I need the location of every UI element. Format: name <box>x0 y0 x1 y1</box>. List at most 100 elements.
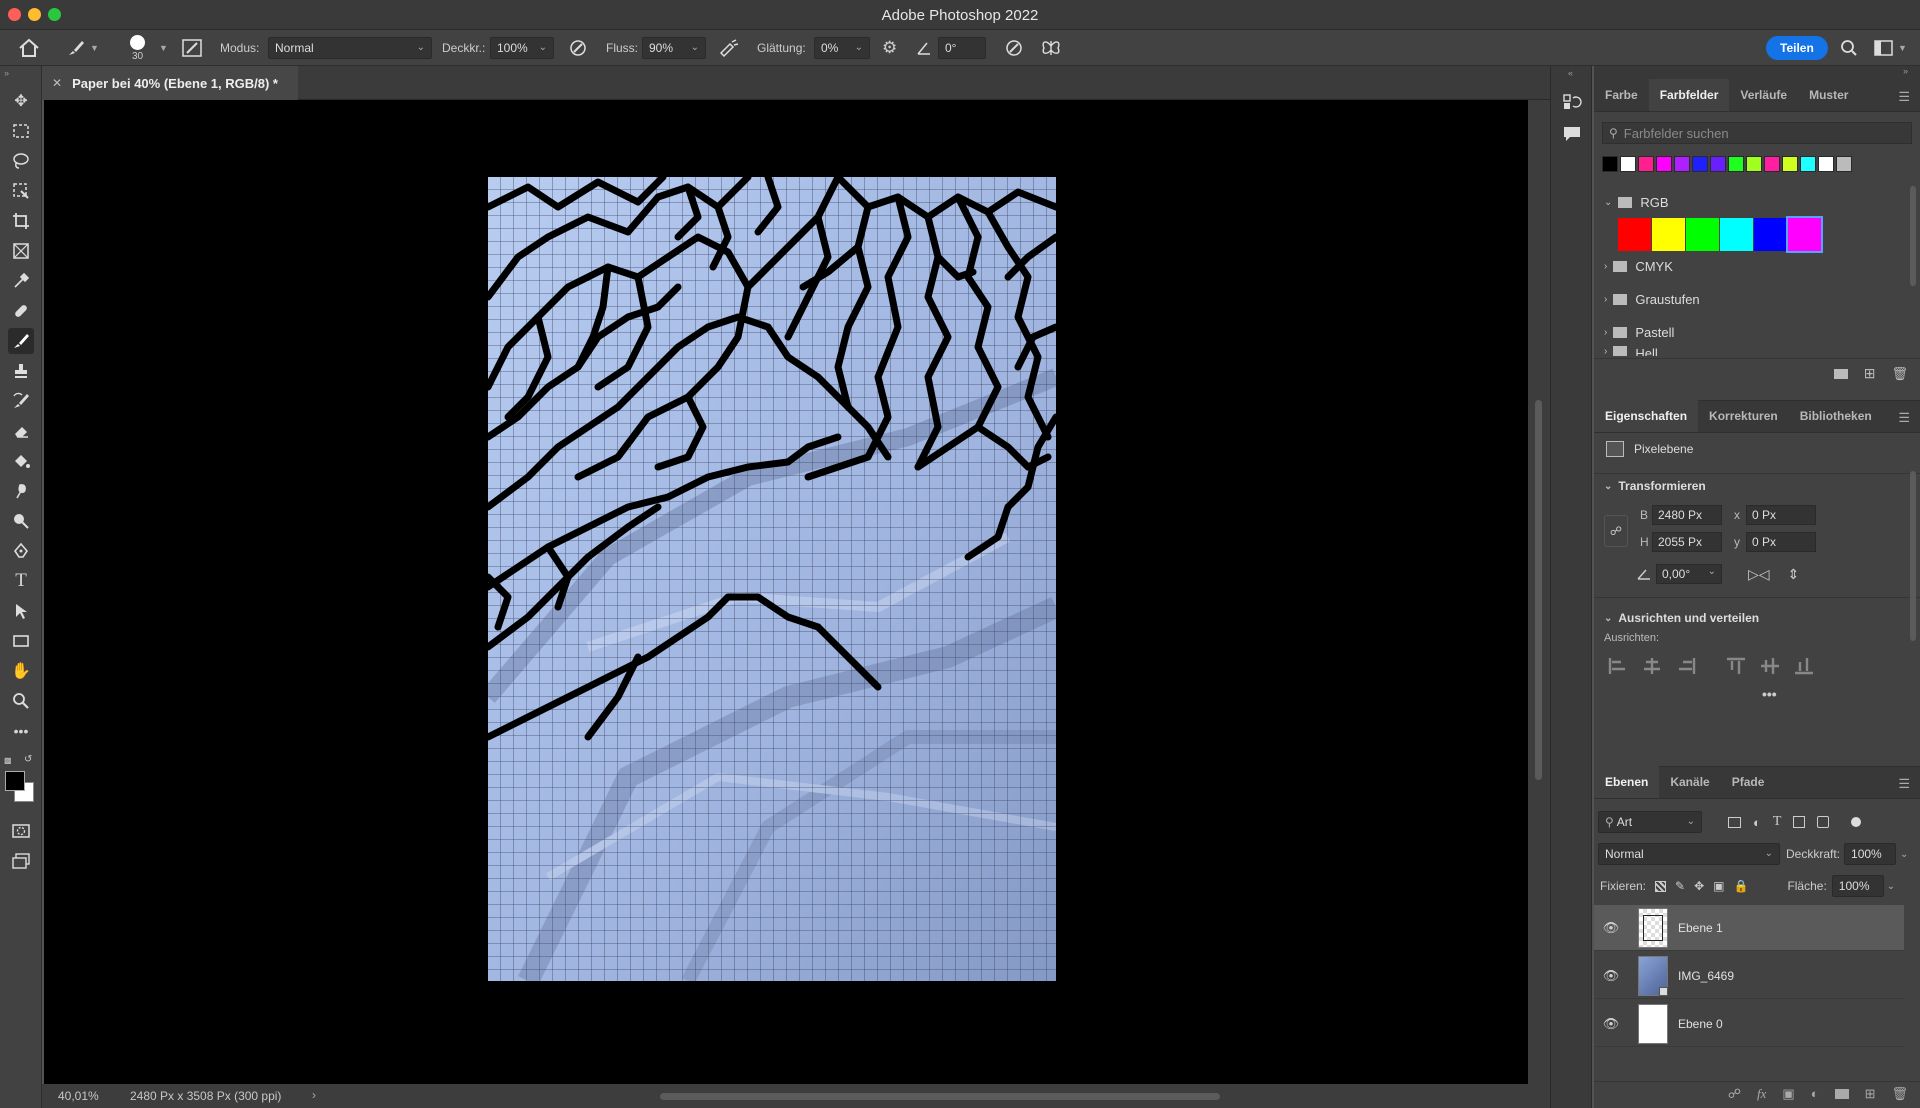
link-dimensions-button[interactable]: ☍ <box>1604 515 1628 547</box>
transform-section-header[interactable]: ⌄ Transformieren <box>1604 479 1706 493</box>
new-layer-icon[interactable]: ⊞ <box>1865 1086 1876 1102</box>
align-center-v-icon[interactable] <box>1760 657 1780 675</box>
properties-scroll-thumb[interactable] <box>1910 471 1916 641</box>
swap-colors-icon[interactable]: ↺ <box>24 754 32 765</box>
filter-adjustment-icon[interactable]: ◐ <box>1753 815 1761 830</box>
angle-input[interactable]: 0° <box>938 37 986 59</box>
share-button[interactable]: Teilen <box>1766 36 1828 60</box>
chevron-right-icon[interactable]: › <box>312 1088 316 1102</box>
filter-toggle-icon[interactable] <box>1851 817 1862 827</box>
airbrush-toggle[interactable] <box>718 30 740 66</box>
smoothing-input[interactable]: 0% ⌄ <box>814 37 870 59</box>
height-input[interactable]: 2055 Px <box>1652 532 1722 552</box>
tab-verlaeufe[interactable]: Verläufe <box>1729 79 1798 111</box>
collapse-toolbar-icon[interactable]: » <box>4 68 9 78</box>
pen-tool[interactable] <box>8 538 34 564</box>
close-tab-icon[interactable]: ✕ <box>52 76 62 90</box>
foreground-color-swatch[interactable] <box>5 771 25 791</box>
swatch-group-cmyk[interactable]: › CMYK <box>1604 254 1673 278</box>
blur-tool[interactable] <box>8 478 34 504</box>
tab-eigenschaften[interactable]: Eigenschaften <box>1594 400 1699 432</box>
layer-style-icon[interactable]: fx <box>1757 1086 1766 1102</box>
quick-mask-button[interactable] <box>8 818 34 844</box>
brush-tool[interactable] <box>8 328 34 354</box>
gradient-tool[interactable] <box>8 448 34 474</box>
move-tool[interactable]: ✥ <box>8 88 34 114</box>
brush-size-picker[interactable]: 30 <box>130 30 145 66</box>
tab-farbe[interactable]: Farbe <box>1594 79 1649 111</box>
tab-farbfelder[interactable]: Farbfelder <box>1648 79 1730 111</box>
color-swatch[interactable] <box>1836 156 1852 172</box>
color-swatch[interactable] <box>1652 218 1685 251</box>
color-swatch[interactable] <box>1746 156 1762 172</box>
color-swatch[interactable] <box>1786 216 1823 253</box>
filter-smart-object-icon[interactable] <box>1817 816 1830 828</box>
adjustment-layer-icon[interactable]: ◐ <box>1811 1086 1819 1101</box>
swatch-group-hell[interactable]: › Hell <box>1604 346 1658 356</box>
brush-settings-toggle[interactable] <box>182 30 204 66</box>
mode-select[interactable]: Normal ⌄ <box>268 37 432 59</box>
color-swatch[interactable] <box>1620 156 1636 172</box>
align-top-icon[interactable] <box>1726 657 1746 675</box>
trash-icon[interactable]: 🗑 <box>1891 1086 1908 1102</box>
frame-tool[interactable] <box>8 238 34 264</box>
screen-mode-button[interactable] <box>8 848 34 874</box>
fill-input[interactable]: 100% <box>1831 875 1884 897</box>
width-input[interactable]: 2480 Px <box>1652 505 1722 525</box>
y-input[interactable]: 0 Px <box>1746 532 1816 552</box>
symmetry-button[interactable] <box>1040 30 1062 66</box>
default-colors-icon[interactable]: ▩ <box>4 756 12 765</box>
align-section-header[interactable]: ⌄ Ausrichten und verteilen <box>1604 611 1759 625</box>
lock-position-icon[interactable]: ✥ <box>1694 879 1704 893</box>
color-swatch[interactable] <box>1686 218 1719 251</box>
color-swatch[interactable] <box>1692 156 1708 172</box>
healing-brush-tool[interactable] <box>8 298 34 324</box>
flip-vertical-icon[interactable]: ⇕ <box>1788 566 1800 583</box>
home-button[interactable] <box>18 30 40 66</box>
layer-opacity-input[interactable]: 100% <box>1844 843 1897 865</box>
visibility-eye-icon[interactable]: 👁 <box>1594 920 1628 936</box>
color-swatch[interactable] <box>1674 156 1690 172</box>
flow-input[interactable]: 90% ⌄ <box>642 37 706 59</box>
align-center-h-icon[interactable] <box>1642 657 1662 675</box>
more-tools-button[interactable]: ••• <box>8 718 34 744</box>
eraser-tool[interactable] <box>8 418 34 444</box>
crop-tool[interactable] <box>8 208 34 234</box>
swatches-scroll-thumb[interactable] <box>1910 186 1916 286</box>
swatch-group-rgb[interactable]: ⌄ RGB <box>1604 190 1904 214</box>
layer-row[interactable]: 👁 Ebene 1 <box>1594 905 1904 951</box>
tab-bibliotheken[interactable]: Bibliotheken <box>1789 400 1883 432</box>
panel-menu-icon[interactable]: ☰ <box>1898 776 1910 792</box>
filter-pixel-icon[interactable] <box>1728 816 1741 828</box>
lock-artboard-icon[interactable]: ▣ <box>1713 879 1724 893</box>
document-tab[interactable]: ✕ Paper bei 40% (Ebene 1, RGB/8) * <box>42 66 298 100</box>
tab-kanaele[interactable]: Kanäle <box>1659 766 1720 798</box>
history-brush-tool[interactable] <box>8 388 34 414</box>
link-layers-icon[interactable]: ☍ <box>1728 1086 1741 1102</box>
dodge-tool[interactable] <box>8 508 34 534</box>
color-swatch[interactable] <box>1782 156 1798 172</box>
rectangle-tool[interactable] <box>8 628 34 654</box>
document-canvas[interactable] <box>488 177 1056 981</box>
filter-shape-icon[interactable] <box>1793 816 1806 828</box>
type-tool[interactable]: T <box>8 568 34 594</box>
color-swatch[interactable] <box>1638 156 1654 172</box>
more-options-icon[interactable]: ••• <box>1762 686 1777 702</box>
flip-horizontal-icon[interactable]: ▷◁ <box>1748 566 1770 583</box>
history-panel-button[interactable] <box>1562 92 1582 117</box>
vertical-scroll-thumb[interactable] <box>1535 400 1542 780</box>
collapse-panels-icon[interactable]: » <box>1903 66 1908 76</box>
align-left-icon[interactable] <box>1608 657 1628 675</box>
color-swatch[interactable] <box>1710 156 1726 172</box>
swatch-search-field[interactable]: ⚲ Farbfelder suchen <box>1602 122 1912 144</box>
rotation-input[interactable]: 0,00° ⌄ <box>1656 564 1722 584</box>
tab-korrekturen[interactable]: Korrekturen <box>1698 400 1789 432</box>
filter-type-icon[interactable]: T <box>1773 814 1782 830</box>
eyedropper-tool[interactable] <box>8 268 34 294</box>
smoothing-options-button[interactable]: ⚙ <box>882 30 897 66</box>
lock-transparency-icon[interactable] <box>1655 880 1667 892</box>
tab-muster[interactable]: Muster <box>1798 79 1859 111</box>
clone-stamp-tool[interactable] <box>8 358 34 384</box>
canvas-area[interactable] <box>44 100 1528 1084</box>
hand-tool[interactable]: ✋ <box>8 658 34 684</box>
